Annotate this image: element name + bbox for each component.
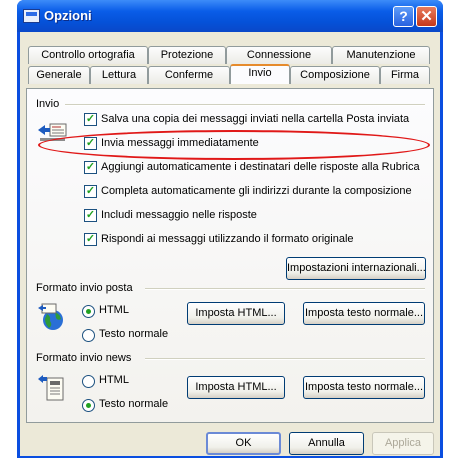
section-divider [65, 104, 425, 106]
tab-row-top: Controllo ortografia Protezione Connessi… [20, 46, 440, 64]
options-dialog: Opzioni ? ✕ Controllo ortografia Protezi… [17, 0, 443, 458]
tab-controllo-ortografia[interactable]: Controllo ortografia [28, 46, 148, 64]
tab-generale[interactable]: Generale [28, 66, 90, 84]
send-mail-icon [38, 123, 67, 141]
tab-connessione[interactable]: Connessione [226, 46, 332, 64]
checkbox-send-immediately[interactable]: ✓ [84, 137, 97, 150]
apply-button[interactable]: Applica [372, 432, 434, 455]
tab-row-bottom: Generale Lettura Conferme Invio Composiz… [20, 64, 440, 84]
option-label: Completa automaticamente gli indirizzi d… [101, 185, 412, 197]
option-label: Invia messaggi immediatamente [101, 137, 259, 149]
radio-posta-testo-normale[interactable] [82, 329, 95, 342]
invio-tab-panel: Invio ✓ Salva una copia dei messaggi inv… [26, 88, 434, 423]
posta-set-plain-text-button[interactable]: Imposta testo normale... [303, 302, 425, 325]
app-icon [23, 9, 40, 23]
news-document-icon [38, 375, 64, 401]
tab-composizione[interactable]: Composizione [290, 66, 380, 84]
news-set-plain-text-button[interactable]: Imposta testo normale... [303, 376, 425, 399]
help-button[interactable]: ? [393, 6, 414, 27]
option-label: Rispondi ai messaggi utilizzando il form… [101, 233, 354, 245]
tab-firma[interactable]: Firma [380, 66, 430, 84]
title-bar[interactable]: Opzioni ? ✕ [17, 0, 443, 32]
radio-news-html[interactable] [82, 375, 95, 388]
tab-manutenzione[interactable]: Manutenzione [332, 46, 430, 64]
section-label-formato-news: Formato invio news [36, 352, 132, 364]
section-divider [145, 358, 425, 360]
section-label-invio: Invio [36, 98, 60, 110]
news-set-html-button[interactable]: Imposta HTML... [187, 376, 285, 399]
tab-invio[interactable]: Invio [230, 64, 290, 84]
cancel-button[interactable]: Annulla [289, 432, 364, 455]
checkbox-autocomplete-addresses[interactable]: ✓ [84, 185, 97, 198]
ok-button[interactable]: OK [206, 432, 281, 455]
radio-news-testo-normale[interactable] [82, 399, 95, 412]
section-divider [145, 288, 425, 290]
checkbox-include-message[interactable]: ✓ [84, 209, 97, 222]
window-title: Opzioni [44, 8, 92, 23]
close-button[interactable]: ✕ [416, 6, 437, 27]
radio-posta-html[interactable] [82, 305, 95, 318]
checkbox-save-copy[interactable]: ✓ [84, 113, 97, 126]
section-label-formato-posta: Formato invio posta [36, 282, 133, 294]
radio-label: HTML [99, 304, 129, 316]
radio-label: Testo normale [99, 328, 169, 340]
option-label: Salva una copia dei messaggi inviati nel… [101, 113, 410, 125]
globe-mail-icon [38, 303, 63, 330]
tab-conferme[interactable]: Conferme [148, 66, 230, 84]
checkbox-reply-original-format[interactable]: ✓ [84, 233, 97, 246]
tab-lettura[interactable]: Lettura [90, 66, 148, 84]
checkbox-auto-add-recipients[interactable]: ✓ [84, 161, 97, 174]
radio-label: HTML [99, 374, 129, 386]
radio-label: Testo normale [99, 398, 169, 410]
option-label: Includi messaggio nelle risposte [101, 209, 257, 221]
tab-protezione[interactable]: Protezione [148, 46, 226, 64]
international-settings-button[interactable]: Impostazioni internazionali... [286, 257, 426, 280]
posta-set-html-button[interactable]: Imposta HTML... [187, 302, 285, 325]
option-label: Aggiungi automaticamente i destinatari d… [101, 161, 420, 173]
dialog-body: Controllo ortografia Protezione Connessi… [20, 32, 440, 456]
